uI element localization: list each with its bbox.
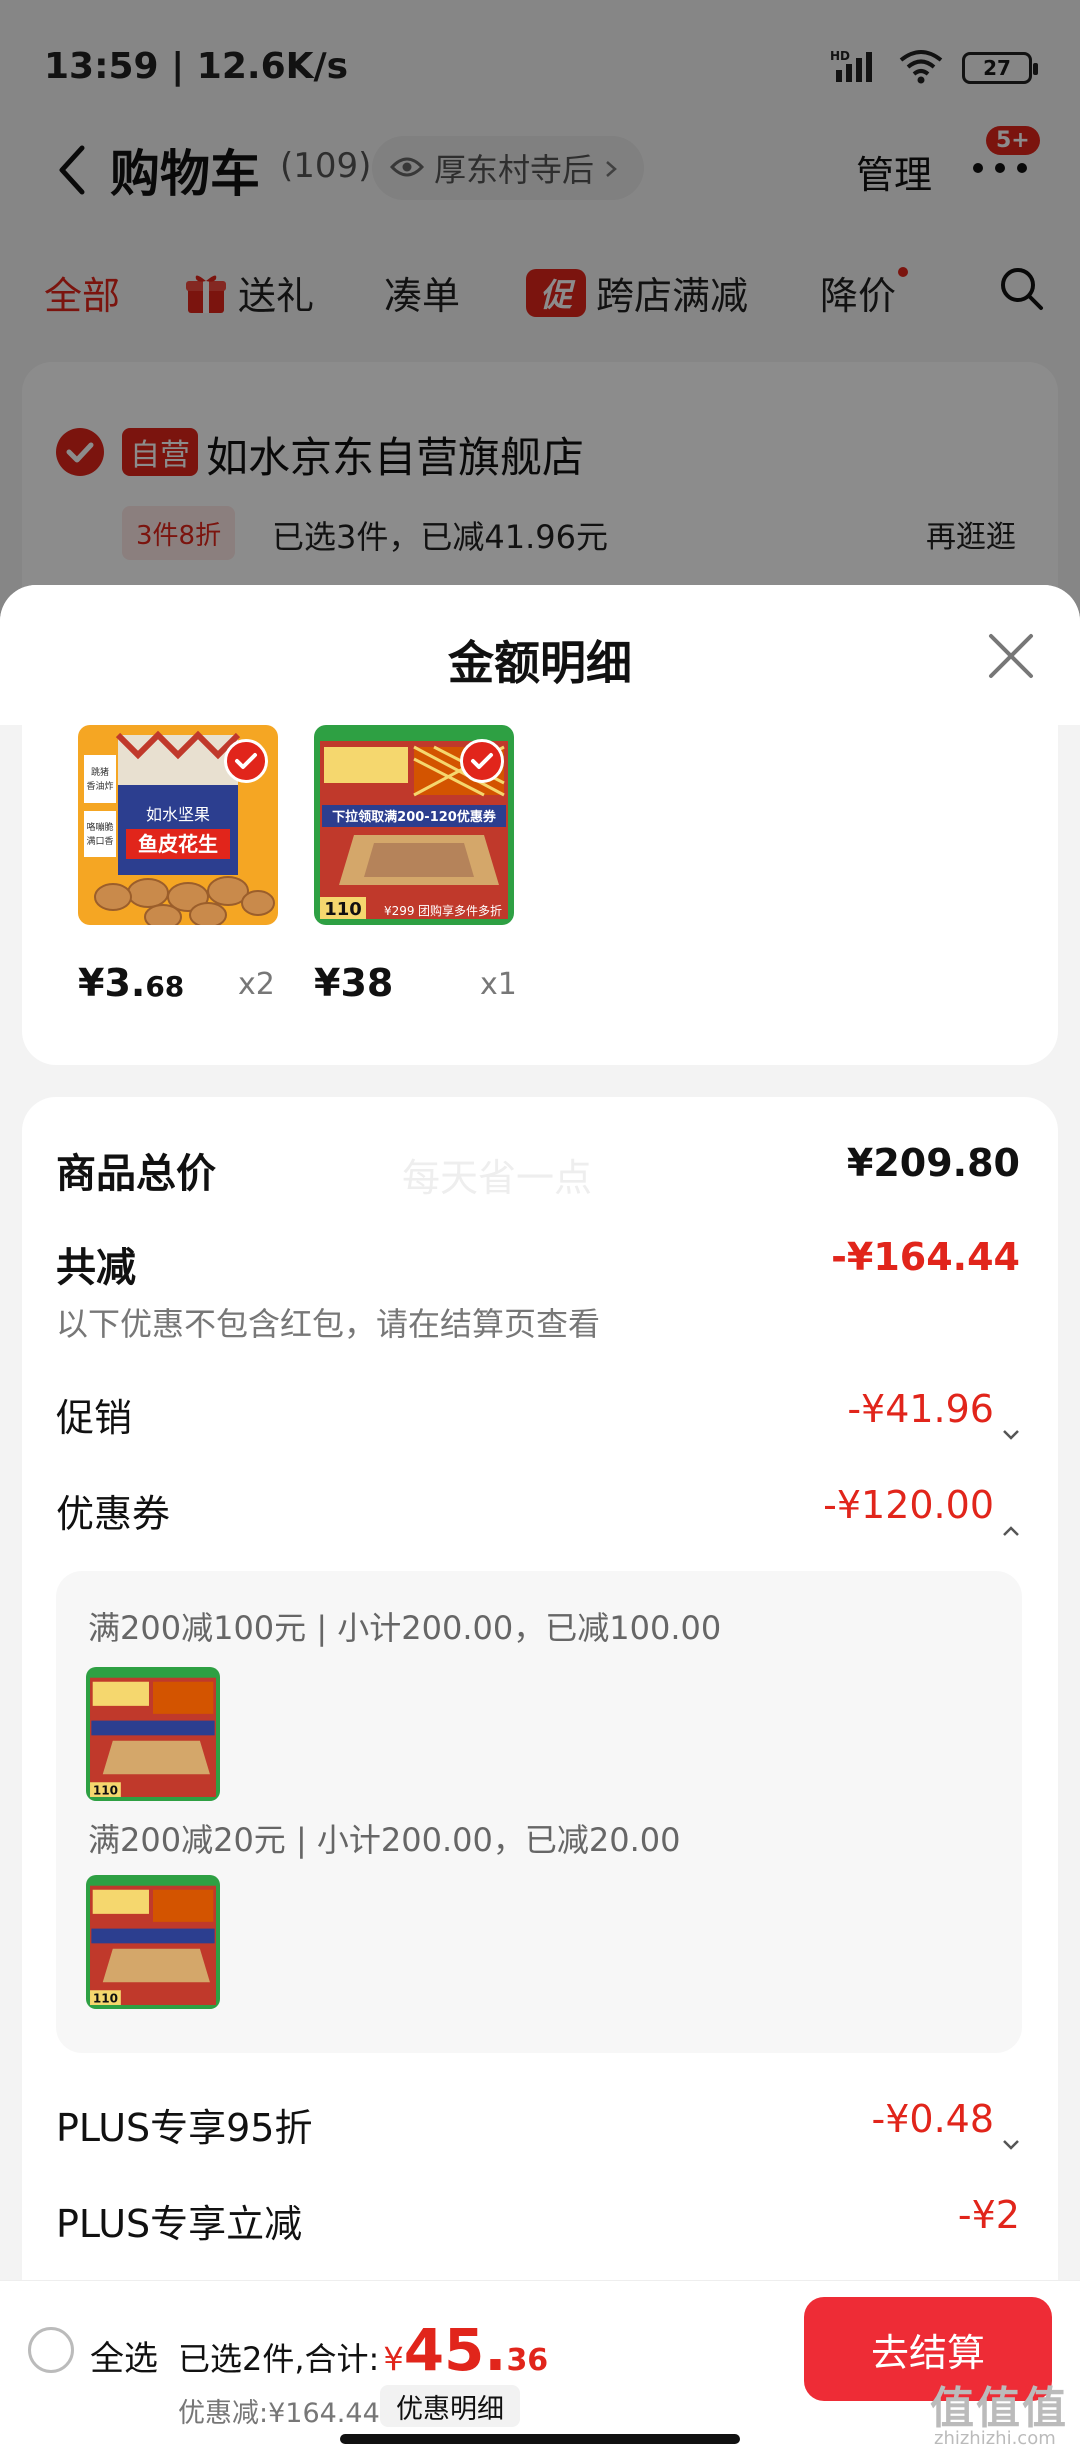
selected-check-icon <box>460 739 504 783</box>
amount-detail-sheet: 金额明细 如水坚果 鱼皮花生 跳猪 香油炸 咯嘣脆 满口香 ¥3.68 x2 下… <box>0 585 1080 2460</box>
coupon-value: -¥120.00 <box>823 1483 994 1527</box>
selected-products: 如水坚果 鱼皮花生 跳猪 香油炸 咯嘣脆 满口香 ¥3.68 x2 下拉领取满2… <box>22 725 1058 1065</box>
reduce-value: -¥164.44 <box>831 1235 1020 1279</box>
plus95-label: PLUS专享95折 <box>56 2106 313 2150</box>
discount-summary: 优惠减:¥164.44 <box>178 2398 380 2429</box>
product-quantity: x1 <box>480 967 517 1002</box>
total-value: ¥209.80 <box>846 1141 1020 1185</box>
select-all-checkbox[interactable] <box>28 2327 74 2373</box>
price-breakdown: 每天省一点 商品总价 ¥209.80 共减 -¥164.44 以下优惠不包含红包… <box>22 1097 1058 2417</box>
coupon-row[interactable]: -¥120.00 <box>823 1483 1020 1536</box>
coupon-details: 满200减100元 | 小计200.00，已减100.00 110 满200减2… <box>56 1571 1022 2053</box>
product-thumbnail[interactable]: 下拉领取满200-120优惠券 110 ¥299 团购享多件多折 <box>314 725 514 925</box>
coupon-product-thumbnail: 110 <box>86 1667 220 1801</box>
coupon-product-thumbnail: 110 <box>86 1875 220 2009</box>
svg-text:110: 110 <box>93 1991 118 2005</box>
promo-value: -¥41.96 <box>847 1387 994 1431</box>
chevron-down-icon <box>1002 2116 1020 2150</box>
svg-text:¥299: ¥299 <box>384 904 415 918</box>
product-price: ¥38 <box>314 961 394 1005</box>
svg-text:鱼皮花生: 鱼皮花生 <box>138 832 218 856</box>
svg-text:110: 110 <box>93 1783 118 1797</box>
discount-detail-button[interactable]: 优惠明细 <box>380 2385 520 2427</box>
currency-symbol: ¥ <box>383 2340 404 2378</box>
sheet-header: 金额明细 <box>0 585 1080 725</box>
selected-count: 已选2件,合计: <box>178 2340 380 2378</box>
promo-row[interactable]: -¥41.96 <box>847 1387 1020 1440</box>
svg-text:如水坚果: 如水坚果 <box>146 805 210 824</box>
plus-reduce-value: -¥2 <box>957 2193 1020 2237</box>
total-amount: 45. <box>403 2316 507 2384</box>
checkout-bar: 全选 已选2件,合计: ¥ 45. 36 优惠减:¥164.44 优惠明细 去结… <box>0 2280 1080 2460</box>
svg-text:香油炸: 香油炸 <box>86 780 113 792</box>
svg-text:110: 110 <box>324 899 362 920</box>
svg-text:满口香: 满口香 <box>86 836 113 847</box>
svg-text:跳猪: 跳猪 <box>91 766 109 778</box>
chevron-up-icon <box>1002 1502 1020 1536</box>
sheet-title: 金额明细 <box>448 636 632 690</box>
svg-text:咯嘣脆: 咯嘣脆 <box>86 821 113 833</box>
product-price: ¥3.68 <box>78 961 185 1005</box>
coupon-line: 满200减20元 | 小计200.00，已减20.00 <box>88 1821 681 1859</box>
watermark: 每天省一点 <box>402 1156 593 1200</box>
home-indicator[interactable] <box>340 2434 740 2444</box>
reduce-label: 共减 <box>56 1245 136 1291</box>
coupon-label: 优惠券 <box>56 1492 171 1536</box>
product-thumbnail[interactable]: 如水坚果 鱼皮花生 跳猪 香油炸 咯嘣脆 满口香 <box>78 725 278 925</box>
promo-label: 促销 <box>56 1396 133 1440</box>
total-label: 商品总价 <box>56 1151 216 1197</box>
plus95-value: -¥0.48 <box>871 2097 995 2141</box>
close-icon[interactable] <box>986 631 1036 681</box>
product-quantity: x2 <box>238 967 275 1002</box>
coupon-line: 满200减100元 | 小计200.00，已减100.00 <box>88 1609 722 1647</box>
plus-reduce-label: PLUS专享立减 <box>56 2202 303 2246</box>
total-summary: 已选2件,合计: ¥ 45. 36 <box>178 2321 548 2380</box>
plus95-row[interactable]: -¥0.48 <box>871 2097 1021 2150</box>
select-all-label[interactable]: 全选 <box>90 2331 158 2380</box>
site-watermark: 值值值 <box>930 2383 1068 2434</box>
svg-text:团购享多件多折: 团购享多件多折 <box>418 903 502 918</box>
selected-check-icon <box>224 739 268 783</box>
reduce-note: 以下优惠不包含红包，请在结算页查看 <box>56 1305 601 1343</box>
svg-text:下拉领取满200-120优惠券: 下拉领取满200-120优惠券 <box>332 809 497 825</box>
chevron-down-icon <box>1002 1406 1020 1440</box>
site-watermark-url: zhizhizhi.com <box>934 2428 1056 2449</box>
total-amount-decimal: 36 <box>506 2343 549 2378</box>
